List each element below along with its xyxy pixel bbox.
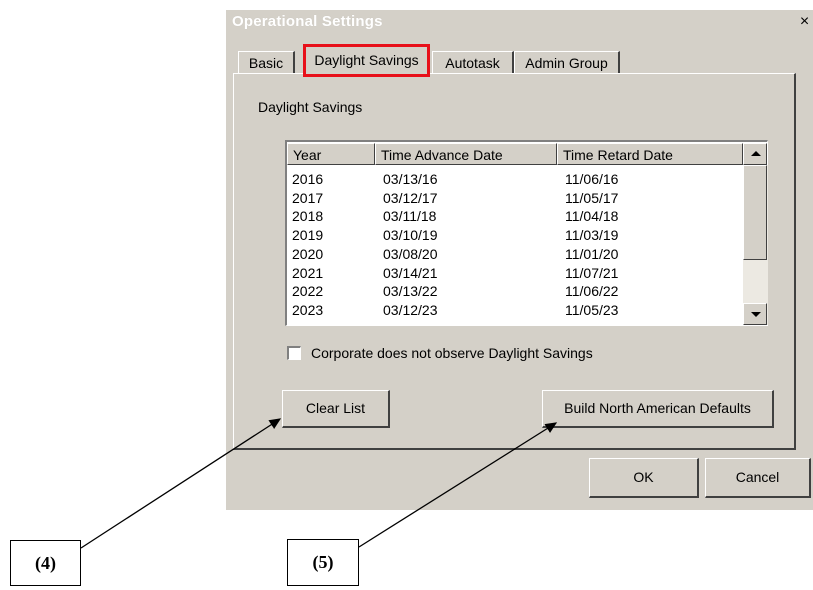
year-cell[interactable]: 2016 — [292, 170, 323, 189]
clear-list-button[interactable]: Clear List — [282, 390, 390, 428]
advance-date-column: 03/13/16 03/12/17 03/11/18 03/10/19 03/08/20… — [383, 170, 438, 320]
year-cell[interactable]: 2022 — [292, 282, 323, 301]
advance-date-cell[interactable]: 03/11/18 — [383, 207, 438, 226]
advance-date-cell[interactable]: 03/13/16 — [383, 170, 438, 189]
list-body: 2016 2017 2018 2019 2020 2021 2022 2023 03/13/1… — [287, 165, 743, 325]
scroll-up-button[interactable] — [743, 143, 767, 165]
scroll-down-button[interactable] — [743, 303, 767, 325]
year-cell[interactable]: 2023 — [292, 301, 323, 320]
arrow-up-icon — [751, 151, 761, 156]
dialog-title: Operational Settings — [232, 13, 383, 30]
observe-dst-checkbox[interactable] — [287, 346, 301, 360]
advance-date-cell[interactable]: 03/12/23 — [383, 301, 438, 320]
column-header-advance-date[interactable]: Time Advance Date — [375, 143, 557, 165]
advance-date-cell[interactable]: 03/08/20 — [383, 245, 438, 264]
retard-date-cell[interactable]: 11/01/20 — [565, 245, 618, 264]
retard-date-column: 11/06/16 11/05/17 11/04/18 11/03/19 11/01/20… — [565, 170, 618, 320]
tab-basic[interactable]: Basic — [238, 51, 295, 73]
retard-date-cell[interactable]: 11/03/19 — [565, 226, 618, 245]
build-defaults-button[interactable]: Build North American Defaults — [542, 390, 774, 428]
observe-dst-label[interactable]: Corporate does not observe Daylight Savi… — [311, 345, 593, 361]
close-icon[interactable]: × — [796, 12, 813, 31]
year-column: 2016 2017 2018 2019 2020 2021 2022 2023 — [292, 170, 323, 320]
callout-label-4: (4) — [10, 540, 81, 586]
advance-date-cell[interactable]: 03/14/21 — [383, 264, 438, 283]
arrow-down-icon — [751, 312, 761, 317]
group-label: Daylight Savings — [258, 99, 363, 115]
advance-date-cell[interactable]: 03/12/17 — [383, 189, 438, 208]
year-cell[interactable]: 2017 — [292, 189, 323, 208]
column-header-retard-date[interactable]: Time Retard Date — [557, 143, 743, 165]
year-cell[interactable]: 2018 — [292, 207, 323, 226]
retard-date-cell[interactable]: 11/06/22 — [565, 282, 618, 301]
advance-date-cell[interactable]: 03/10/19 — [383, 226, 438, 245]
retard-date-cell[interactable]: 11/05/23 — [565, 301, 618, 320]
column-header-year[interactable]: Year — [287, 143, 375, 165]
year-cell[interactable]: 2020 — [292, 245, 323, 264]
cancel-button[interactable]: Cancel — [705, 458, 811, 498]
retard-date-cell[interactable]: 11/04/18 — [565, 207, 618, 226]
year-cell[interactable]: 2019 — [292, 226, 323, 245]
scrollbar-thumb[interactable] — [743, 165, 767, 260]
advance-date-cell[interactable]: 03/13/22 — [383, 282, 438, 301]
year-cell[interactable]: 2021 — [292, 264, 323, 283]
tab-autotask[interactable]: Autotask — [432, 51, 514, 73]
retard-date-cell[interactable]: 11/07/21 — [565, 264, 618, 283]
ok-button[interactable]: OK — [589, 458, 699, 498]
tab-admin-group[interactable]: Admin Group — [514, 51, 620, 73]
retard-date-cell[interactable]: 11/05/17 — [565, 189, 618, 208]
callout-label-5: (5) — [287, 539, 359, 586]
tab-daylight-savings[interactable]: Daylight Savings — [303, 44, 430, 77]
retard-date-cell[interactable]: 11/06/16 — [565, 170, 618, 189]
